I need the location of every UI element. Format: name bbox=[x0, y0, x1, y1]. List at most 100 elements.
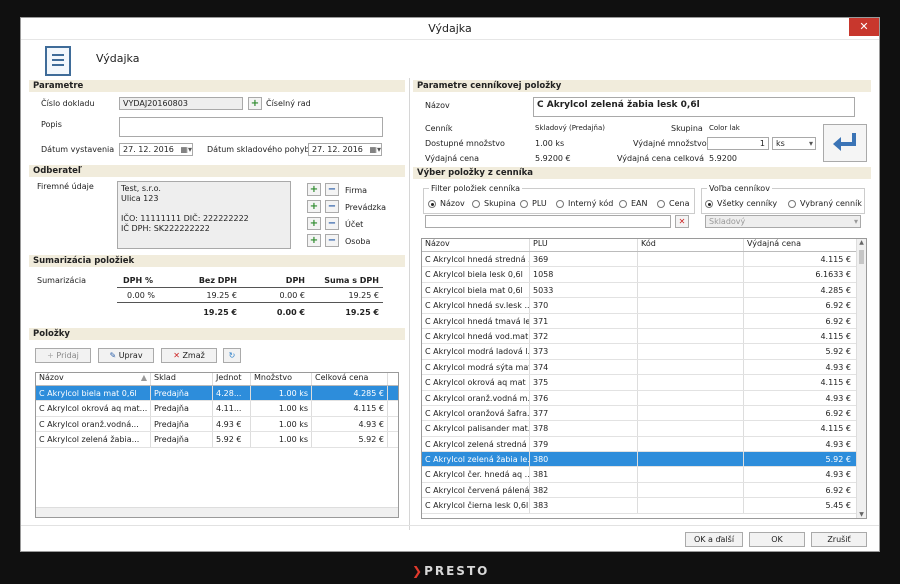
summary-label: Sumarizácia bbox=[37, 276, 86, 285]
horizontal-scrollbar[interactable] bbox=[36, 507, 398, 517]
price-params-section: Parametre cenníkovej položky bbox=[413, 80, 871, 92]
cell: 4.93 € bbox=[825, 470, 851, 480]
column-header[interactable]: Kód bbox=[638, 239, 744, 251]
table-row[interactable]: C Akrylcol okrová aq mat ... 375 4.115 € bbox=[422, 375, 866, 391]
unit-select[interactable]: ks ▾ bbox=[772, 137, 816, 150]
items-table: Názov ▲ Sklad Jednot Množstvo Celková cen… bbox=[35, 372, 399, 518]
summary-header: Bez DPH bbox=[198, 276, 237, 285]
ok-button[interactable]: OK bbox=[749, 532, 805, 547]
scroll-up-icon[interactable]: ▲ bbox=[857, 239, 866, 249]
filter-radio-ean[interactable] bbox=[619, 200, 627, 208]
table-row[interactable]: C Akrylcol hnedá vod.mat ... 372 4.115 € bbox=[422, 328, 866, 345]
table-row[interactable]: C Akrylcol oranžová šafra... 377 6.92 € bbox=[422, 405, 866, 422]
table-row[interactable]: C Akrylcol modrá ladová l... 373 5.92 € bbox=[422, 344, 866, 360]
refresh-icon[interactable]: ↻ bbox=[223, 348, 241, 363]
filter-radio-nazov[interactable] bbox=[428, 200, 436, 208]
delete-item-button[interactable]: ✕ Zmaž bbox=[161, 348, 217, 363]
table-row[interactable]: C Akrylcol hnedá tmavá le... 371 6.92 € bbox=[422, 313, 866, 329]
column-header[interactable]: Názov bbox=[422, 239, 530, 251]
cell bbox=[638, 405, 744, 421]
quantity-field[interactable]: 1 bbox=[707, 137, 769, 150]
add-osoba-button[interactable]: + bbox=[307, 234, 321, 247]
search-input[interactable] bbox=[425, 215, 671, 228]
scrollbar-thumb[interactable] bbox=[859, 250, 864, 264]
summary-header: DPH % bbox=[123, 276, 153, 285]
table-row[interactable]: C Akrylcol hnedá sv.lesk ... 370 6.92 € bbox=[422, 298, 866, 314]
table-row[interactable]: C Akrylcol zelená žabia le... 380 5.92 € bbox=[422, 452, 866, 468]
table-row[interactable]: C Akrylcol čer. hnedá aq ... 381 4.93 € bbox=[422, 467, 866, 483]
column-header[interactable]: Názov ▲ bbox=[36, 373, 151, 385]
item-name-field[interactable]: C Akrylcol zelená žabia lesk 0,6l bbox=[533, 97, 855, 117]
cell: 1.00 ks bbox=[251, 386, 312, 401]
vertical-scrollbar[interactable]: ▲ ▼ bbox=[856, 239, 866, 518]
osoba-label: Osoba bbox=[345, 237, 371, 246]
table-row[interactable]: C Akrylcol oranž.vodná m... 376 4.93 € bbox=[422, 390, 866, 406]
cell: 6.92 € bbox=[825, 316, 851, 326]
cell bbox=[638, 467, 744, 482]
remove-osoba-button[interactable]: − bbox=[325, 234, 339, 247]
table-row[interactable]: C Akrylcol biela lesk 0,6l 1058 6.1633 € bbox=[422, 267, 866, 283]
table-row[interactable]: C Akrylcol biela mat 0,6l Predajňa 4.28.… bbox=[36, 386, 398, 402]
cell: 372 bbox=[530, 328, 638, 344]
cell bbox=[638, 267, 744, 282]
filter-radio-interny-kod[interactable] bbox=[556, 200, 564, 208]
price-label: Výdajná cena bbox=[425, 154, 480, 163]
add-numbering-button[interactable]: + bbox=[248, 97, 262, 110]
stock-date-field[interactable]: 27. 12. 2016 ▦▾ bbox=[308, 143, 382, 156]
insert-button[interactable] bbox=[823, 124, 867, 162]
column-header[interactable]: Sklad bbox=[151, 373, 213, 385]
cancel-button[interactable]: Zrušiť bbox=[811, 532, 867, 547]
table-row[interactable]: C Akrylcol zelená stredná ... 379 4.93 € bbox=[422, 436, 866, 453]
enter-arrow-icon bbox=[833, 133, 856, 151]
filter-option: Cena bbox=[669, 199, 690, 208]
doc-no-field[interactable]: VYDAJ20160803 bbox=[119, 97, 243, 110]
calendar-icon[interactable]: ▦▾ bbox=[180, 144, 192, 155]
pencil-icon: ✎ bbox=[109, 351, 119, 360]
company-details-field[interactable]: Test, s.r.o. Ulica 123 IČO: 11111111 DIČ… bbox=[117, 181, 291, 249]
table-row[interactable]: C Akrylcol okrová aq mat... Predajňa 4.1… bbox=[36, 401, 398, 417]
cell bbox=[638, 375, 744, 390]
name-label: Názov bbox=[425, 101, 450, 110]
add-item-button[interactable]: + Pridaj bbox=[35, 348, 91, 363]
edit-item-button[interactable]: ✎ Uprav bbox=[98, 348, 154, 363]
column-header[interactable]: Množstvo bbox=[251, 373, 312, 385]
table-row[interactable]: C Akrylcol červená pálená... 382 6.92 € bbox=[422, 482, 866, 499]
add-prevadzka-button[interactable]: + bbox=[307, 200, 321, 213]
cell: 4.93 € bbox=[213, 416, 251, 432]
filter-radio-skupina[interactable] bbox=[472, 200, 480, 208]
remove-prevadzka-button[interactable]: − bbox=[325, 200, 339, 213]
column-header[interactable]: PLU bbox=[530, 239, 638, 251]
desc-field[interactable] bbox=[119, 117, 383, 137]
remove-firma-button[interactable]: − bbox=[325, 183, 339, 196]
cell: 6.92 € bbox=[825, 408, 851, 418]
filter-option: Názov bbox=[440, 199, 465, 208]
add-ucet-button[interactable]: + bbox=[307, 217, 321, 230]
summary-cell: 19.25 € bbox=[348, 291, 379, 300]
filter-radio-plu[interactable] bbox=[520, 200, 528, 208]
table-row[interactable]: C Akrylcol modrá sýta mat... 374 4.93 € bbox=[422, 359, 866, 376]
selected-pricelist-radio[interactable] bbox=[788, 200, 796, 208]
clear-search-button[interactable]: ✕ bbox=[675, 215, 689, 228]
column-header[interactable]: Výdajná cena bbox=[744, 239, 854, 251]
all-pricelists-radio[interactable] bbox=[705, 200, 713, 208]
table-row[interactable]: C Akrylcol palisander mat... 378 4.115 € bbox=[422, 421, 866, 437]
close-button[interactable]: ✕ bbox=[849, 18, 879, 36]
pricelist-select[interactable]: Skladový ▾ bbox=[705, 215, 861, 228]
table-row[interactable]: C Akrylcol biela mat 0,6l 5033 4.285 € bbox=[422, 282, 866, 299]
add-firma-button[interactable]: + bbox=[307, 183, 321, 196]
cell: 4.115 € bbox=[312, 401, 388, 416]
ok-next-button[interactable]: OK a ďalší bbox=[685, 532, 743, 547]
table-row[interactable]: C Akrylcol hnedá stredná ... 369 4.115 € bbox=[422, 252, 866, 268]
summary-cell: 0.00 % bbox=[127, 291, 155, 300]
remove-ucet-button[interactable]: − bbox=[325, 217, 339, 230]
scroll-down-icon[interactable]: ▼ bbox=[857, 511, 866, 518]
issue-date-field[interactable]: 27. 12. 2016 ▦▾ bbox=[119, 143, 193, 156]
table-row[interactable]: C Akrylcol oranž.vodná... Predajňa 4.93 … bbox=[36, 416, 398, 433]
cell bbox=[638, 498, 744, 513]
column-header[interactable]: Celková cena bbox=[312, 373, 388, 385]
filter-radio-cena[interactable] bbox=[657, 200, 665, 208]
table-row[interactable]: C Akrylcol čierna lesk 0,6l 383 5.45 € bbox=[422, 498, 866, 514]
table-row[interactable]: C Akrylcol zelená žabia... Predajňa 5.92… bbox=[36, 432, 398, 448]
column-header[interactable]: Jednot bbox=[213, 373, 251, 385]
calendar-icon[interactable]: ▦▾ bbox=[369, 144, 381, 155]
